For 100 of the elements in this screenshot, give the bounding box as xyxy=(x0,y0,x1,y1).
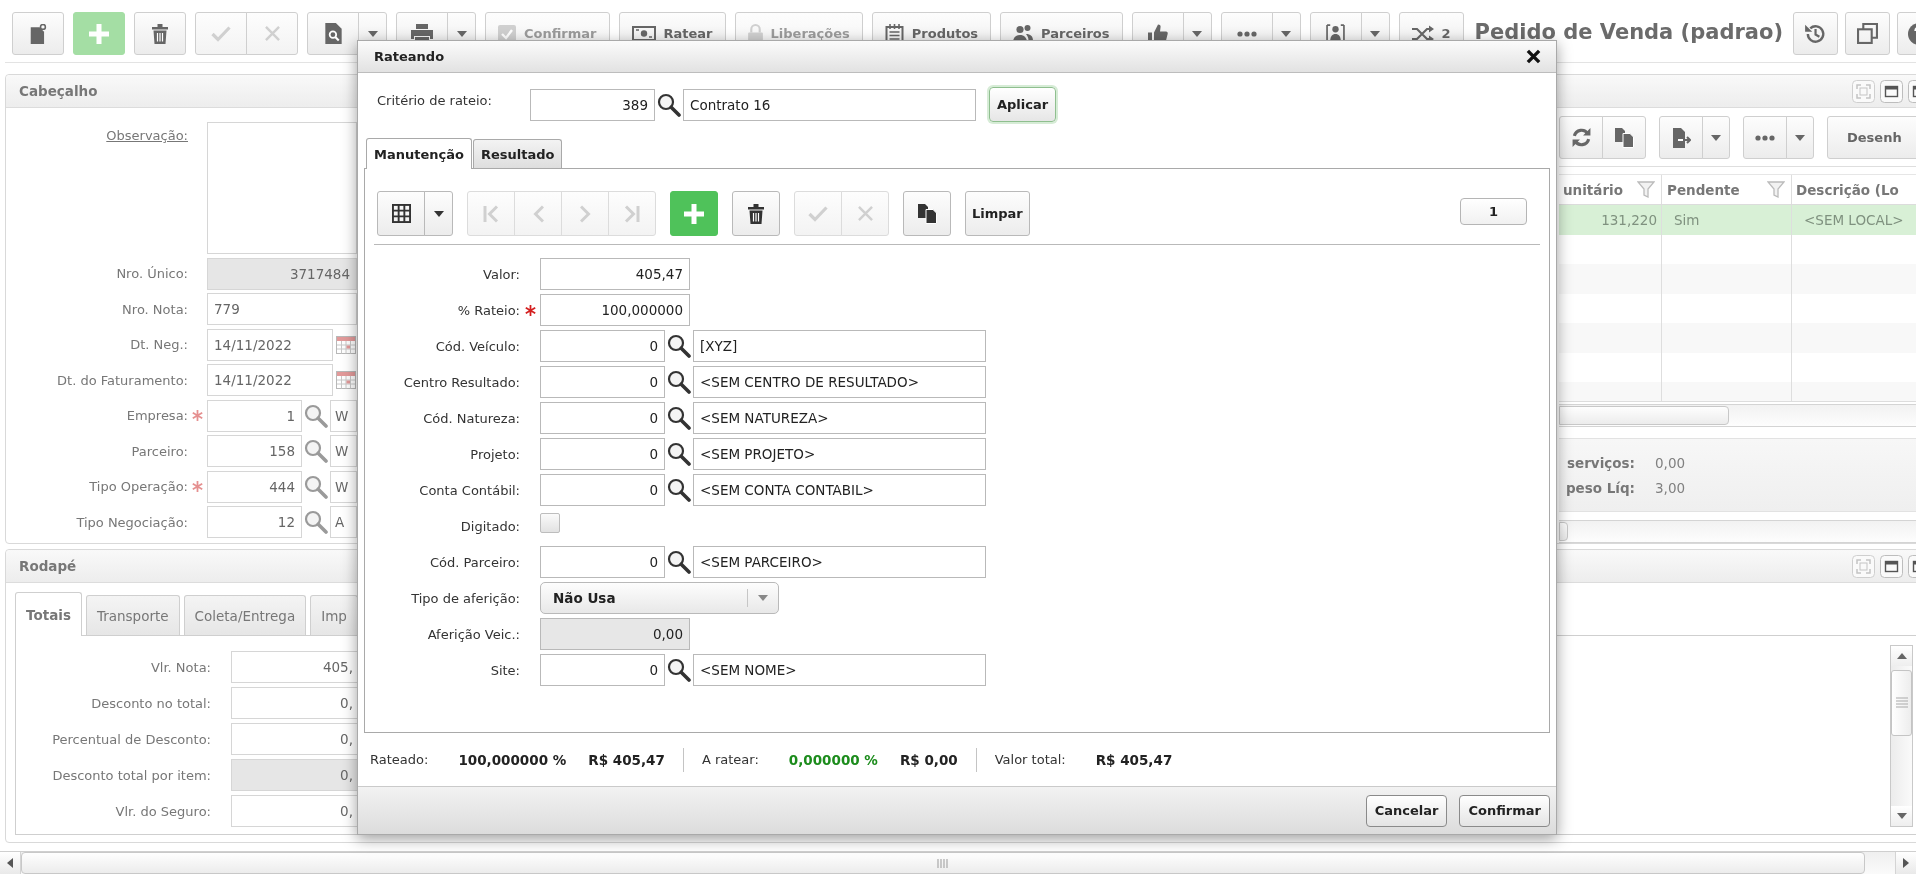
input-field[interactable]: <SEM PARCEIRO> xyxy=(693,546,986,578)
summary-amount: R$ 0,00 xyxy=(899,751,958,768)
scroll-down-button[interactable] xyxy=(1891,806,1912,826)
column-header[interactable]: Descrição (Lo xyxy=(1792,181,1899,198)
search-icon[interactable] xyxy=(667,370,691,394)
input-field[interactable]: 1 xyxy=(207,399,302,432)
input-field[interactable]: <SEM CONTA CONTABIL> xyxy=(693,474,986,506)
grip-icon xyxy=(1895,697,1908,709)
input-field[interactable]: <SEM NOME> xyxy=(693,654,986,686)
field-label: Tipo Operação: xyxy=(88,479,188,494)
toolbar-button[interactable] xyxy=(12,12,64,55)
summary-label: Rateado: xyxy=(370,752,429,767)
scroll-up-button[interactable] xyxy=(1891,646,1912,666)
input-field[interactable]: 0, xyxy=(231,795,358,827)
window-icon[interactable] xyxy=(1880,79,1903,103)
date-field[interactable]: 14/11/2022 xyxy=(207,364,333,396)
input-field[interactable]: 0, xyxy=(231,723,358,755)
search-icon[interactable] xyxy=(667,406,691,430)
input-field[interactable]: 0, xyxy=(231,687,358,719)
input-field[interactable]: 0 xyxy=(540,438,665,470)
input-field[interactable]: 0 xyxy=(540,546,665,578)
input-field[interactable]: 389 xyxy=(530,88,655,121)
dialog-button[interactable]: Cancelar xyxy=(1365,794,1448,827)
tab[interactable]: Transporte xyxy=(85,595,180,635)
input-field[interactable]: W xyxy=(330,470,357,503)
copy-icon xyxy=(1614,127,1634,148)
select-field[interactable]: Não Usa xyxy=(540,582,779,614)
summary-percent: 100,000000 % xyxy=(458,751,567,768)
tab[interactable]: Imp xyxy=(310,595,358,635)
toolbar-button[interactable] xyxy=(1743,116,1787,159)
checkbox[interactable] xyxy=(540,513,560,533)
scroll-left-button[interactable] xyxy=(0,852,21,874)
vertical-scrollbar[interactable] xyxy=(1890,645,1913,827)
scrollbar-thumb[interactable] xyxy=(1891,670,1912,736)
skip-last-icon xyxy=(624,204,640,223)
toolbar-button[interactable] xyxy=(1559,116,1603,159)
dropdown-button[interactable] xyxy=(1702,116,1730,159)
input-field[interactable]: 0 xyxy=(540,654,665,686)
scrollbar-thumb[interactable] xyxy=(1559,522,1568,541)
input-field[interactable]: 12 xyxy=(207,506,302,538)
column-header[interactable]: unitário xyxy=(1559,181,1623,198)
calendar-icon[interactable] xyxy=(336,371,356,389)
input-field[interactable]: W xyxy=(330,435,357,467)
input-field[interactable]: <SEM CENTRO DE RESULTADO> xyxy=(693,366,986,398)
search-icon[interactable] xyxy=(667,442,691,466)
toolbar-button[interactable] xyxy=(134,12,186,55)
scrollbar-thumb[interactable] xyxy=(1559,406,1729,425)
toolbar-button[interactable] xyxy=(1659,116,1703,159)
apply-button[interactable]: Aplicar xyxy=(989,87,1057,122)
field-link[interactable]: Observação: xyxy=(6,122,188,143)
tab[interactable]: Totais xyxy=(15,592,82,636)
calendar-icon[interactable] xyxy=(336,335,356,354)
tab[interactable]: Manutenção xyxy=(366,138,472,169)
search-icon[interactable] xyxy=(657,92,681,117)
input-field[interactable]: A xyxy=(330,506,357,538)
toolbar-button[interactable] xyxy=(1602,116,1646,159)
input-field[interactable]: 0 xyxy=(540,366,665,398)
horizontal-scrollbar[interactable] xyxy=(1559,520,1916,543)
input-field[interactable]: 0 xyxy=(540,330,665,362)
record-counter: 1 xyxy=(1460,198,1527,225)
field-label: Digitado: xyxy=(459,518,520,534)
input-field[interactable]: 0 xyxy=(540,402,665,434)
caret-icon xyxy=(1795,134,1805,141)
toolbar-button[interactable]: Limpar xyxy=(965,191,1030,236)
dialog-button[interactable]: Confirmar xyxy=(1459,794,1550,827)
tab[interactable]: Resultado xyxy=(472,139,563,168)
scroll-right-button[interactable] xyxy=(1895,852,1916,874)
dropdown-button[interactable] xyxy=(424,191,453,236)
input-field[interactable]: [XYZ] xyxy=(693,330,986,362)
input-field[interactable]: <SEM NATUREZA> xyxy=(693,402,986,434)
search-icon[interactable] xyxy=(667,550,691,574)
input-field[interactable]: W xyxy=(330,399,357,432)
input-field[interactable]: <SEM PROJETO> xyxy=(693,438,986,470)
toolbar-button[interactable]: Desenh xyxy=(1827,116,1916,159)
close-button[interactable] xyxy=(1526,49,1541,64)
input-field[interactable]: 405,47 xyxy=(540,258,690,290)
window-icon[interactable] xyxy=(1880,554,1903,578)
document-icon xyxy=(29,23,47,44)
search-icon[interactable] xyxy=(667,478,691,502)
toolbar-button[interactable] xyxy=(307,12,359,55)
input-field[interactable]: 405, xyxy=(231,651,358,683)
toolbar-button[interactable] xyxy=(732,191,780,236)
input-field[interactable]: 0 xyxy=(540,474,665,506)
tab[interactable]: Coleta/Entrega xyxy=(183,595,307,635)
search-icon[interactable] xyxy=(667,658,691,682)
date-field[interactable]: 14/11/2022 xyxy=(207,328,333,361)
input-field[interactable]: 779 xyxy=(207,293,357,325)
toolbar-button[interactable] xyxy=(377,191,425,236)
input-field[interactable]: 444 xyxy=(207,470,302,503)
toolbar-button[interactable] xyxy=(1793,12,1838,55)
dropdown-button[interactable] xyxy=(1786,116,1814,159)
input-field[interactable]: Contrato 16 xyxy=(683,88,976,121)
chevron-right-icon xyxy=(579,204,591,223)
input-field[interactable]: 158 xyxy=(207,435,302,467)
input-field[interactable]: 100,000000 xyxy=(540,294,690,326)
horizontal-scrollbar[interactable] xyxy=(1559,404,1916,427)
toolbar-button[interactable] xyxy=(1845,12,1890,55)
column-header[interactable]: Pendente xyxy=(1662,181,1740,198)
toolbar-button[interactable] xyxy=(903,191,951,236)
search-icon[interactable] xyxy=(667,334,691,358)
